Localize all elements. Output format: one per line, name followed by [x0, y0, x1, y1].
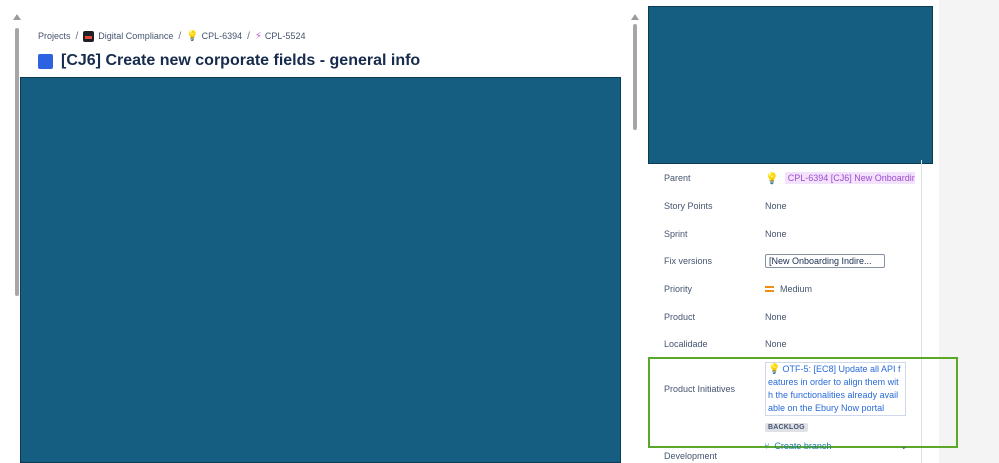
- fix-version-chip[interactable]: [New Onboarding Indire...: [765, 254, 885, 268]
- breadcrumb-separator: /: [247, 30, 250, 42]
- field-label: Sprint: [664, 229, 688, 239]
- story-square-icon: [38, 53, 53, 69]
- scrollbar-thumb[interactable]: [15, 28, 19, 296]
- breadcrumb-separator: /: [178, 30, 182, 42]
- field-label: Localidade: [664, 339, 708, 349]
- priority-value[interactable]: Medium: [780, 284, 812, 294]
- breadcrumb: Projects / Digital Compliance / 💡 CPL-63…: [38, 30, 305, 42]
- field-value[interactable]: 💡 CPL-6394 [CJ6] New Onboarding: [765, 172, 915, 185]
- localidade-value[interactable]: None: [765, 339, 787, 349]
- scroll-up-arrow-icon[interactable]: [631, 14, 639, 20]
- product-value[interactable]: None: [765, 312, 787, 322]
- panel-divider: [921, 160, 922, 463]
- branch-icon: ⑂: [764, 441, 770, 451]
- subtask-bolt-icon: ⚡: [254, 30, 262, 42]
- issue-title-row: [CJ6] Create new corporate fields - gene…: [38, 52, 420, 70]
- field-label-development: Development: [664, 451, 718, 461]
- status-badge: BACKLOG: [765, 423, 808, 432]
- product-initiative-text[interactable]: OTF-5: [EC8] Update all API features in …: [768, 364, 901, 413]
- scrollbar-thumb[interactable]: [633, 24, 637, 130]
- field-label: Priority: [664, 284, 693, 294]
- breadcrumb-parent-key[interactable]: CPL-6394: [202, 31, 243, 41]
- field-value[interactable]: Medium: [765, 284, 812, 294]
- breadcrumb-projects[interactable]: Projects: [38, 31, 71, 41]
- right-gutter: [939, 0, 999, 463]
- field-label: Fix versions: [664, 256, 713, 266]
- redacted-side-header: [648, 6, 933, 164]
- priority-medium-icon: [765, 286, 774, 292]
- create-branch-button[interactable]: ⑂ Create branch: [764, 441, 831, 451]
- parent-link[interactable]: CPL-6394 [CJ6] New Onboarding: [784, 172, 915, 184]
- lightbulb-icon: 💡: [186, 30, 199, 42]
- breadcrumb-project[interactable]: Digital Compliance: [98, 31, 173, 41]
- story-points-value[interactable]: None: [765, 201, 787, 211]
- field-label: Product: [664, 312, 696, 322]
- field-label: Story Points: [664, 201, 713, 211]
- field-label-product-initiatives: Product Initiatives: [664, 384, 736, 394]
- scroll-up-arrow-icon[interactable]: [13, 14, 21, 20]
- product-initiative-link[interactable]: 💡 OTF-5: [EC8] Update all API features in…: [765, 362, 906, 416]
- lightbulb-icon: 💡: [765, 172, 779, 185]
- create-branch-label: Create branch: [774, 441, 832, 451]
- lightbulb-icon: 💡: [768, 364, 781, 375]
- project-avatar-icon: [83, 30, 95, 42]
- sprint-value[interactable]: None: [765, 229, 787, 239]
- chevron-down-icon[interactable]: ⌄: [900, 441, 908, 452]
- product-initiatives-value: 💡 OTF-5: [EC8] Update all API features in…: [765, 362, 910, 434]
- breadcrumb-issue-key[interactable]: CPL-5524: [265, 31, 306, 41]
- redacted-description-area: [20, 77, 621, 463]
- page-title[interactable]: [CJ6] Create new corporate fields - gene…: [61, 52, 420, 70]
- side-panel-scrollbar[interactable]: [631, 14, 639, 130]
- breadcrumb-separator: /: [75, 30, 79, 42]
- field-label: Parent: [664, 173, 691, 183]
- field-value[interactable]: [New Onboarding Indire...: [765, 254, 885, 268]
